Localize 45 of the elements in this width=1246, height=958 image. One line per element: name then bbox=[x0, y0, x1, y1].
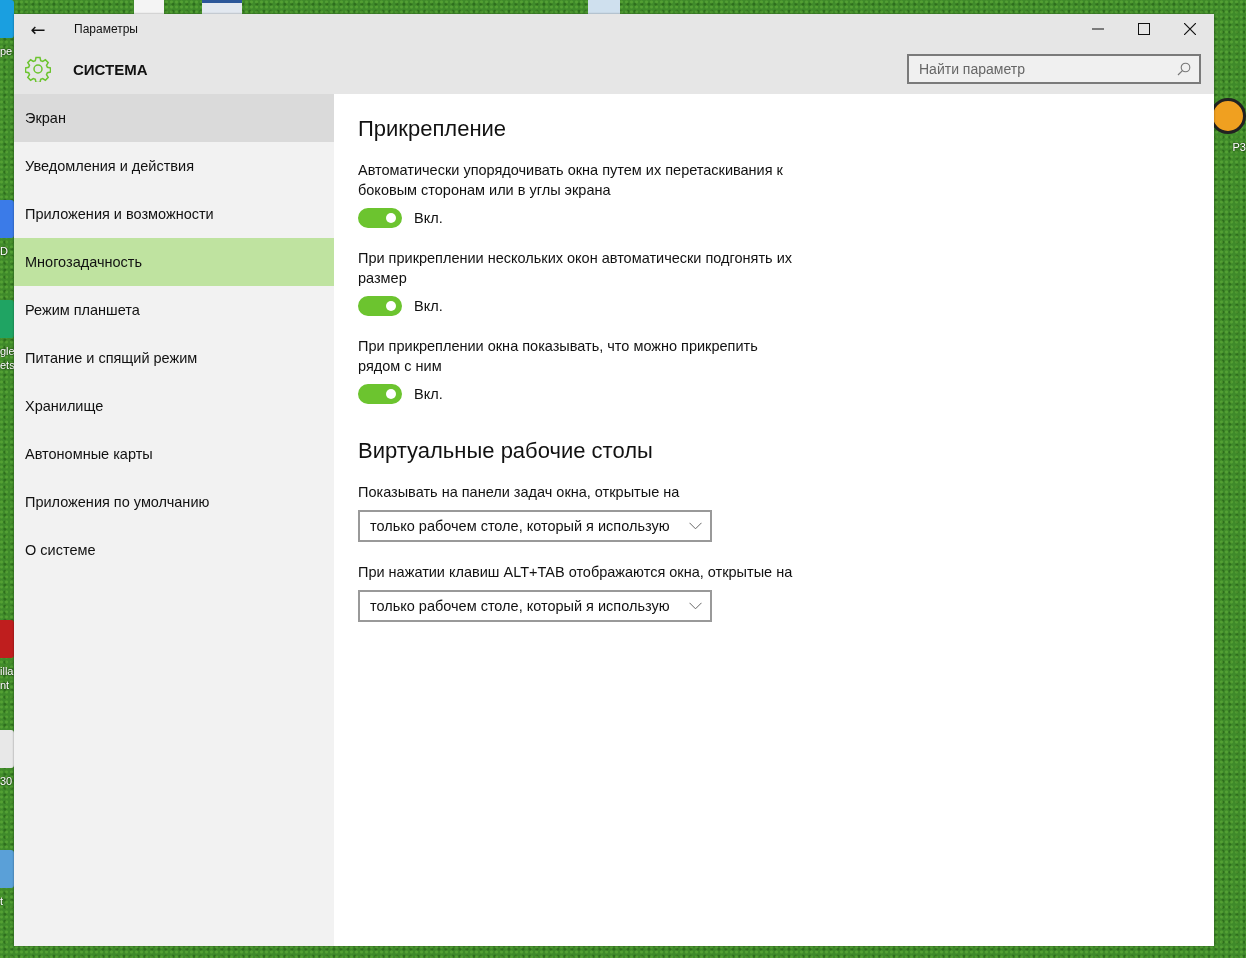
desktop-icon-label: gle bbox=[0, 344, 15, 358]
setting-description: Автоматически упорядочивать окна путем их перетаскивания к боковым сторонам или в углы экрана bbox=[358, 161, 784, 200]
sidebar-item[interactable]: Приложения и возможности bbox=[14, 190, 334, 238]
dropdown[interactable]: только рабочем столе, который я использую bbox=[358, 510, 712, 542]
search-box[interactable]: Найти параметр bbox=[907, 54, 1201, 84]
section-heading: Виртуальные рабочие столы bbox=[358, 438, 654, 464]
toggle-switch[interactable] bbox=[358, 208, 402, 228]
setting-description: При прикреплении нескольких окон автоматически подгонять их размер bbox=[358, 249, 793, 288]
search-icon[interactable] bbox=[1177, 62, 1191, 76]
desktop-icon-label: 30 bbox=[0, 774, 13, 788]
back-button[interactable]: ← bbox=[14, 14, 62, 44]
desktop-icon-label: D bbox=[0, 244, 8, 258]
toggle-switch[interactable] bbox=[358, 384, 402, 404]
search-field[interactable]: Найти параметр bbox=[919, 61, 1177, 77]
desktop-icon-label: nt bbox=[0, 678, 10, 692]
window-title: Параметры bbox=[74, 22, 138, 36]
desktop-icon-label: pe bbox=[0, 44, 13, 58]
desktop-icon-label: illa bbox=[0, 664, 14, 678]
desktop-icon-label: ets bbox=[0, 358, 15, 372]
section-title: СИСТЕМА bbox=[73, 60, 148, 78]
close-icon[interactable] bbox=[1184, 23, 1196, 35]
sidebar-item[interactable]: Режим планшета bbox=[14, 286, 334, 334]
desktop-icon-label: t bbox=[0, 894, 4, 908]
chevron-down-icon bbox=[689, 522, 702, 530]
toggle-state-label: Вкл. bbox=[414, 298, 443, 314]
sidebar-item[interactable]: Хранилище bbox=[14, 382, 334, 430]
sidebar-item[interactable]: Многозадачность bbox=[14, 238, 334, 286]
sidebar-item[interactable]: О системе bbox=[14, 526, 334, 574]
sidebar-item[interactable]: Автономные карты bbox=[14, 430, 334, 478]
setting-description: Показывать на панели задач окна, открытые на bbox=[358, 483, 681, 502]
maximize-icon[interactable] bbox=[1138, 23, 1150, 35]
toggle-state-label: Вкл. bbox=[414, 386, 443, 402]
sidebar-item[interactable]: Приложения по умолчанию bbox=[14, 478, 334, 526]
sidebar-item[interactable]: Уведомления и действия bbox=[14, 142, 334, 190]
dropdown[interactable]: только рабочем столе, который я использую bbox=[358, 590, 712, 622]
gear-icon bbox=[25, 56, 51, 82]
toggle-state-label: Вкл. bbox=[414, 210, 443, 226]
chevron-down-icon bbox=[689, 602, 702, 610]
desktop-icon-label: P3 bbox=[1232, 140, 1246, 154]
setting-description: При прикреплении окна показывать, что можно прикрепить рядом с ним bbox=[358, 337, 759, 376]
setting-description: При нажатии клавиш ALT+TAB отображаются окна, открытые на bbox=[358, 563, 794, 582]
sidebar-item[interactable]: Экран bbox=[14, 94, 334, 142]
sidebar-item[interactable]: Питание и спящий режим bbox=[14, 334, 334, 382]
toggle-switch[interactable] bbox=[358, 296, 402, 316]
section-heading: Прикрепление bbox=[358, 116, 508, 142]
